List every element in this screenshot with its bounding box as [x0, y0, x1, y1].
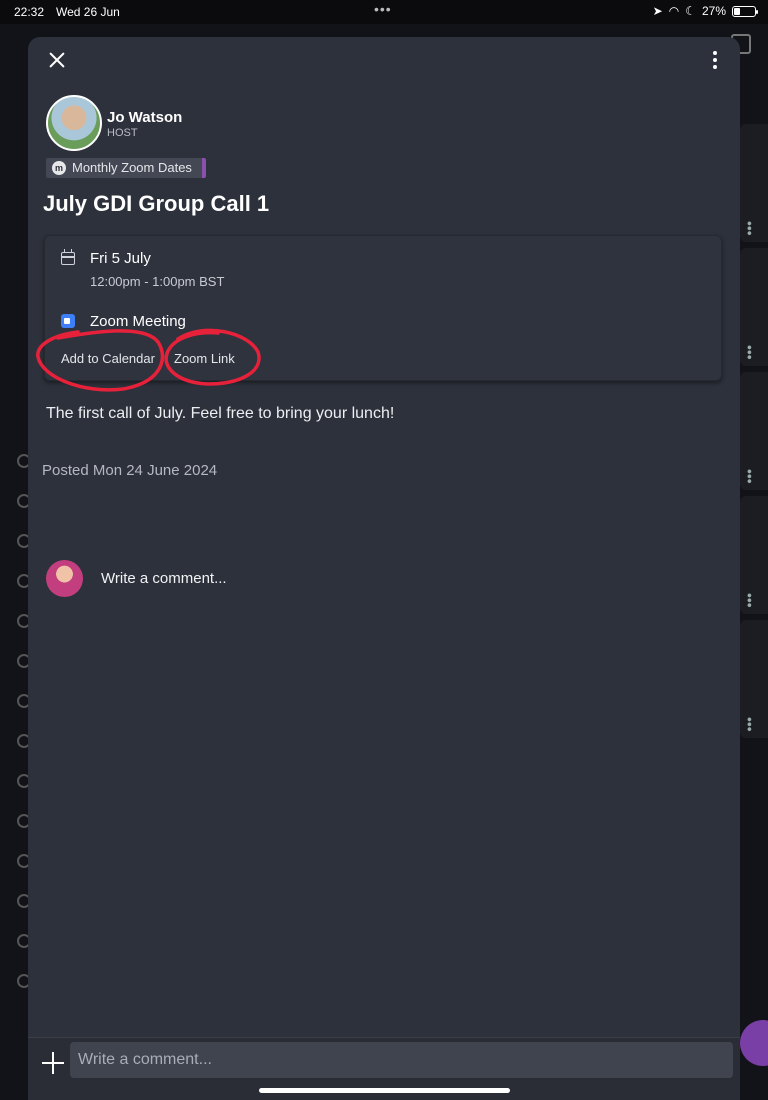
- add-to-calendar-link[interactable]: Add to Calendar: [61, 351, 155, 366]
- posted-date: Posted Mon 24 June 2024: [42, 462, 218, 479]
- bg-card: •••: [740, 496, 768, 614]
- event-title: July GDI Group Call 1: [43, 191, 270, 216]
- bg-more-icon: •••: [742, 593, 758, 608]
- write-comment-prompt[interactable]: Write a comment...: [101, 570, 227, 587]
- group-chip-label: Monthly Zoom Dates: [72, 160, 192, 175]
- status-time: 22:32: [14, 5, 45, 19]
- host-name[interactable]: Jo Watson: [107, 109, 182, 126]
- bg-card: •••: [740, 620, 768, 738]
- bg-more-icon: •••: [742, 345, 758, 360]
- event-details-card: Fri 5 July 12:00pm - 1:00pm BST Zoom Mee…: [44, 235, 722, 381]
- event-modal: Jo Watson HOST m Monthly Zoom Dates July…: [28, 37, 740, 1100]
- status-right: ➤ ◠ ☾ 27%: [652, 4, 758, 18]
- background-sidebar: [0, 24, 31, 1100]
- battery-icon: [732, 5, 758, 17]
- event-date: Fri 5 July: [90, 250, 151, 267]
- bg-card: •••: [740, 372, 768, 490]
- status-bar: 22:32 Wed 26 Jun ••• ➤ ◠ ☾ 27%: [0, 0, 768, 24]
- bg-more-icon: •••: [742, 469, 758, 484]
- home-indicator[interactable]: [259, 1088, 510, 1093]
- bg-card: •••: [740, 248, 768, 366]
- wifi-icon: ◠: [668, 4, 680, 18]
- status-date: Wed 26 Jun: [56, 5, 120, 19]
- bg-more-icon: •••: [742, 221, 758, 236]
- event-description: The first call of July. Feel free to bri…: [46, 405, 395, 422]
- host-role: HOST: [107, 127, 138, 139]
- group-logo-icon: m: [52, 161, 66, 175]
- bg-more-icon: •••: [742, 717, 758, 732]
- calendar-icon: [61, 249, 75, 265]
- more-vertical-icon[interactable]: [712, 51, 718, 69]
- zoom-icon: [61, 314, 75, 328]
- comment-input[interactable]: [70, 1042, 733, 1078]
- plus-icon[interactable]: [42, 1052, 64, 1074]
- multitasking-dots-icon[interactable]: •••: [374, 1, 392, 17]
- moon-icon: ☾: [685, 4, 696, 18]
- event-time-range: 12:00pm - 1:00pm BST: [90, 274, 225, 289]
- host-avatar[interactable]: [46, 95, 102, 151]
- zoom-link[interactable]: Zoom Link: [174, 351, 235, 366]
- event-location: Zoom Meeting: [90, 313, 186, 330]
- group-chip[interactable]: m Monthly Zoom Dates: [46, 158, 206, 178]
- bg-card: •••: [740, 124, 768, 242]
- location-icon: ➤: [652, 4, 663, 18]
- close-icon[interactable]: [46, 49, 68, 71]
- battery-percent: 27%: [701, 4, 726, 18]
- current-user-avatar: [46, 560, 83, 597]
